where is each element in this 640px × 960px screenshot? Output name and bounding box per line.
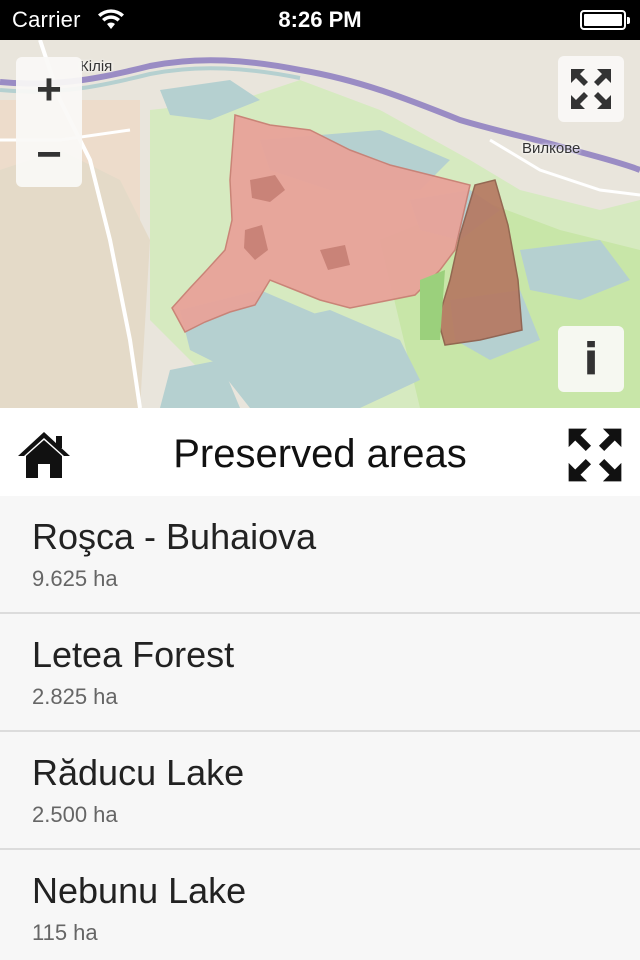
- map-tiles[interactable]: [0, 40, 640, 408]
- header-bar: Preserved areas: [0, 408, 640, 496]
- zoom-out-button[interactable]: −: [16, 122, 82, 187]
- map-label-kilia: Кілія: [80, 58, 113, 75]
- area-size: 115 ha: [32, 920, 98, 945]
- status-bar: Carrier 8:26 PM: [0, 0, 640, 40]
- battery-icon: [580, 10, 630, 30]
- map-fullscreen-button[interactable]: [558, 56, 624, 122]
- map-info-button[interactable]: i: [558, 326, 624, 392]
- list-item[interactable]: Răducu Lake 2.500 ha: [0, 732, 640, 850]
- area-size: 2.825 ha: [32, 684, 118, 709]
- zoom-in-button[interactable]: +: [16, 57, 82, 122]
- fullscreen-button[interactable]: [566, 426, 624, 484]
- expand-icon: [571, 69, 611, 109]
- map-view[interactable]: Кілія Вилкове + − i: [0, 40, 640, 408]
- area-name: Letea Forest: [32, 634, 235, 675]
- area-name: Răducu Lake: [32, 752, 245, 793]
- list-item[interactable]: Letea Forest 2.825 ha: [0, 614, 640, 732]
- zoom-control: + −: [16, 57, 82, 187]
- page-title: Preserved areas: [173, 432, 467, 476]
- list-item[interactable]: Roşca - Buhaiova 9.625 ha: [0, 496, 640, 614]
- area-size: 2.500 ha: [32, 802, 118, 827]
- status-time: 8:26 PM: [278, 7, 362, 32]
- area-name: Roşca - Buhaiova: [32, 516, 317, 557]
- preserved-areas-list: Roşca - Buhaiova 9.625 ha Letea Forest 2…: [0, 496, 640, 960]
- map-label-vylkove: Вилкове: [522, 140, 581, 157]
- area-size: 9.625 ha: [32, 566, 118, 591]
- list-item[interactable]: Nebunu Lake 115 ha: [0, 850, 640, 960]
- area-name: Nebunu Lake: [32, 870, 247, 911]
- expand-icon: [568, 428, 622, 482]
